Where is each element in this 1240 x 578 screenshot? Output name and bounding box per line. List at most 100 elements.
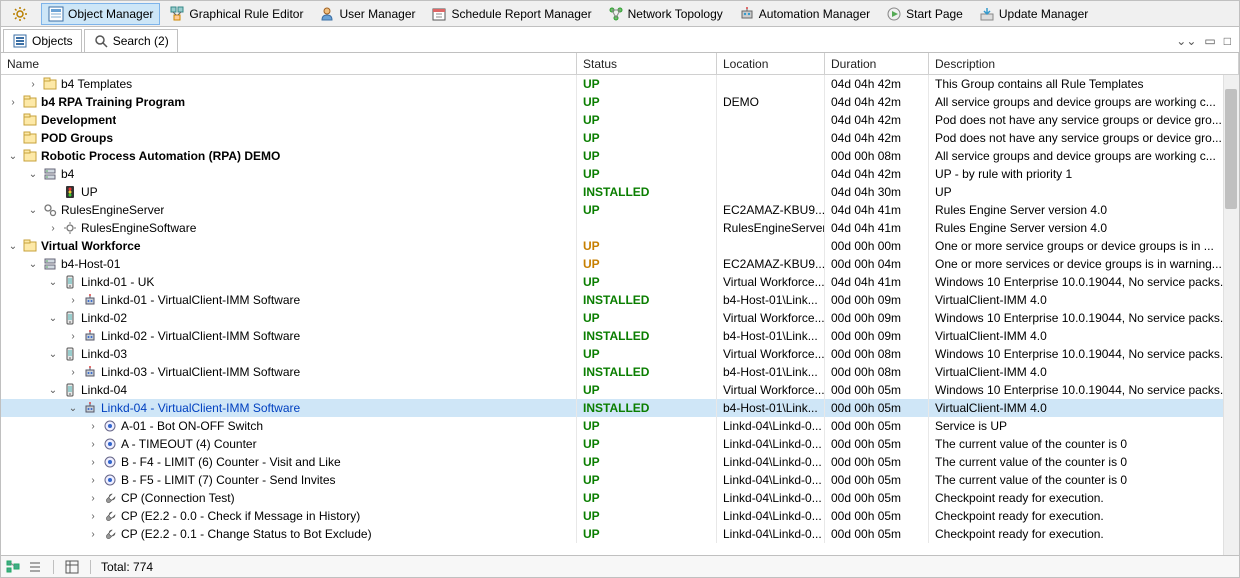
separator	[53, 560, 54, 574]
row-status: UP	[577, 507, 717, 525]
tree-row[interactable]: ›Linkd-03 - VirtualClient-IMM SoftwareIN…	[1, 363, 1239, 381]
toolbar-update_manager[interactable]: Update Manager	[972, 3, 1095, 25]
list-view-icon[interactable]	[27, 559, 43, 575]
tree-row[interactable]: ›Linkd-01 - VirtualClient-IMM SoftwareIN…	[1, 291, 1239, 309]
table-view-icon[interactable]	[64, 559, 80, 575]
objects-icon	[12, 33, 28, 49]
toolbar-rule_editor[interactable]: Graphical Rule Editor	[162, 3, 310, 25]
tree-row[interactable]: ›Linkd-02 - VirtualClient-IMM SoftwareIN…	[1, 327, 1239, 345]
tree-row[interactable]: ›b4 TemplatesUP04d 04h 42mThis Group con…	[1, 75, 1239, 93]
expand-icon[interactable]: ›	[87, 457, 99, 468]
expand-icon[interactable]: ›	[87, 493, 99, 504]
tree-row[interactable]: ⌄b4-Host-01UPEC2AMAZ-KBU9...00d 00h 04mO…	[1, 255, 1239, 273]
toolbar-start_page[interactable]: Start Page	[879, 3, 970, 25]
tree-row[interactable]: ⌄Robotic Process Automation (RPA) DEMOUP…	[1, 147, 1239, 165]
maximize-view-icon[interactable]: □	[1224, 34, 1231, 48]
name-cell: ›CP (E2.2 - 0.1 - Change Status to Bot E…	[1, 525, 577, 543]
row-location: Virtual Workforce...	[717, 345, 825, 363]
tree-row[interactable]: ›b4 RPA Training ProgramUPDEMO04d 04h 42…	[1, 93, 1239, 111]
expand-icon[interactable]: ›	[47, 223, 59, 234]
col-header-duration[interactable]: Duration	[825, 53, 929, 74]
scrollbar-thumb[interactable]	[1225, 89, 1237, 209]
collapse-icon[interactable]: ⌄	[27, 169, 39, 180]
tab-search-label: Search (2)	[113, 34, 169, 48]
col-header-description[interactable]: Description	[929, 53, 1239, 74]
tree-row[interactable]: ⌄RulesEngineServerUPEC2AMAZ-KBU9...04d 0…	[1, 201, 1239, 219]
row-location: DEMO	[717, 93, 825, 111]
tree-row[interactable]: ⌄Virtual WorkforceUP00d 00h 00mOne or mo…	[1, 237, 1239, 255]
expand-icon[interactable]: ›	[67, 367, 79, 378]
gears-icon	[42, 202, 58, 218]
tree-row[interactable]: POD GroupsUP04d 04h 42mPod does not have…	[1, 129, 1239, 147]
toolbar-automation_manager[interactable]: Automation Manager	[732, 3, 877, 25]
tree-row[interactable]: ›A-01 - Bot ON-OFF SwitchUPLinkd-04\Link…	[1, 417, 1239, 435]
tree-row[interactable]: ›B - F5 - LIMIT (7) Counter - Send Invit…	[1, 471, 1239, 489]
row-duration: 04d 04h 42m	[825, 111, 929, 129]
expand-icon[interactable]: ›	[67, 331, 79, 342]
collapse-icon[interactable]: ⌄	[27, 205, 39, 216]
restore-view-icon[interactable]: ▭	[1204, 34, 1215, 48]
toolbar-object_manager[interactable]: Object Manager	[41, 3, 160, 25]
vertical-scrollbar[interactable]	[1223, 75, 1239, 555]
group-icon	[22, 112, 38, 128]
collapse-icon[interactable]: ⌄	[47, 385, 59, 396]
tree-row[interactable]: › B - F4 - LIMIT (6) Counter - Visit and …	[1, 453, 1239, 471]
expand-icon[interactable]: ›	[87, 511, 99, 522]
row-status: UP	[577, 75, 717, 93]
tree-row[interactable]: DevelopmentUP04d 04h 42mPod does not hav…	[1, 111, 1239, 129]
collapse-icon[interactable]: ⌄	[7, 241, 19, 252]
row-status: UP	[577, 471, 717, 489]
tree-row[interactable]: UPINSTALLED04d 04h 30mUP	[1, 183, 1239, 201]
tab-search[interactable]: Search (2)	[84, 29, 178, 52]
tree-row[interactable]: ›CP (Connection Test)UPLinkd-04\Linkd-0.…	[1, 489, 1239, 507]
collapse-icon[interactable]: ⌄	[47, 349, 59, 360]
expand-icon[interactable]: ›	[87, 439, 99, 450]
toolbar-gear[interactable]	[5, 3, 39, 25]
toolbar-schedule_report[interactable]: Schedule Report Manager	[424, 3, 598, 25]
tree-view-icon[interactable]	[5, 559, 21, 575]
badge-icon	[102, 454, 118, 470]
expand-icon[interactable]: ›	[87, 529, 99, 540]
expand-icon[interactable]: ›	[87, 475, 99, 486]
row-description: Rules Engine Server version 4.0	[929, 201, 1239, 219]
row-status: UP	[577, 111, 717, 129]
tab-objects[interactable]: Objects	[3, 29, 82, 52]
collapse-icon[interactable]: ⌄	[47, 277, 59, 288]
expand-icon[interactable]: ›	[67, 295, 79, 306]
tree-row[interactable]: ⌄Linkd-04 - VirtualClient-IMM SoftwareIN…	[1, 399, 1239, 417]
row-description: Checkpoint ready for execution.	[929, 489, 1239, 507]
tree-row[interactable]: ›RulesEngineSoftwareRulesEngineServer04d…	[1, 219, 1239, 237]
group-icon	[42, 76, 58, 92]
row-label: Linkd-03 - VirtualClient-IMM Software	[101, 365, 300, 379]
collapse-icon[interactable]: ⌄	[47, 313, 59, 324]
toolbar-user_manager[interactable]: User Manager	[312, 3, 422, 25]
row-status: UP	[577, 453, 717, 471]
device-icon	[62, 274, 78, 290]
row-duration: 00d 00h 05m	[825, 381, 929, 399]
name-cell: ⌄Linkd-01 - UK	[1, 273, 577, 291]
tree-row[interactable]: ⌄Linkd-02UPVirtual Workforce...00d 00h 0…	[1, 309, 1239, 327]
collapse-icon[interactable]: ⌄	[67, 403, 79, 414]
tree-row[interactable]: ⌄b4UP04d 04h 42mUP - by rule with priori…	[1, 165, 1239, 183]
minimize-view-icon[interactable]: ⌄⌄	[1176, 34, 1196, 48]
tree-header: Name Status Location Duration Descriptio…	[1, 53, 1239, 75]
toolbar-network_topology[interactable]: Network Topology	[601, 3, 730, 25]
name-cell: ⌄RulesEngineServer	[1, 201, 577, 219]
row-description: UP - by rule with priority 1	[929, 165, 1239, 183]
expand-icon[interactable]: ›	[7, 97, 19, 108]
tree-row[interactable]: ›CP (E2.2 - 0.0 - Check if Message in Hi…	[1, 507, 1239, 525]
collapse-icon[interactable]: ⌄	[7, 151, 19, 162]
col-header-status[interactable]: Status	[577, 53, 717, 74]
col-header-name[interactable]: Name	[1, 53, 577, 74]
row-label: B - F4 - LIMIT (6) Counter - Visit and L…	[121, 455, 341, 469]
tree-row[interactable]: ›CP (E2.2 - 0.1 - Change Status to Bot E…	[1, 525, 1239, 543]
tree-row[interactable]: ›A - TIMEOUT (4) CounterUPLinkd-04\Linkd…	[1, 435, 1239, 453]
tree-row[interactable]: ⌄Linkd-01 - UKUPVirtual Workforce...04d …	[1, 273, 1239, 291]
tree-row[interactable]: ⌄Linkd-03UPVirtual Workforce...00d 00h 0…	[1, 345, 1239, 363]
collapse-icon[interactable]: ⌄	[27, 259, 39, 270]
expand-icon[interactable]: ›	[27, 79, 39, 90]
tree-row[interactable]: ⌄Linkd-04UPVirtual Workforce...00d 00h 0…	[1, 381, 1239, 399]
network_topology-icon	[608, 6, 624, 22]
expand-icon[interactable]: ›	[87, 421, 99, 432]
col-header-location[interactable]: Location	[717, 53, 825, 74]
